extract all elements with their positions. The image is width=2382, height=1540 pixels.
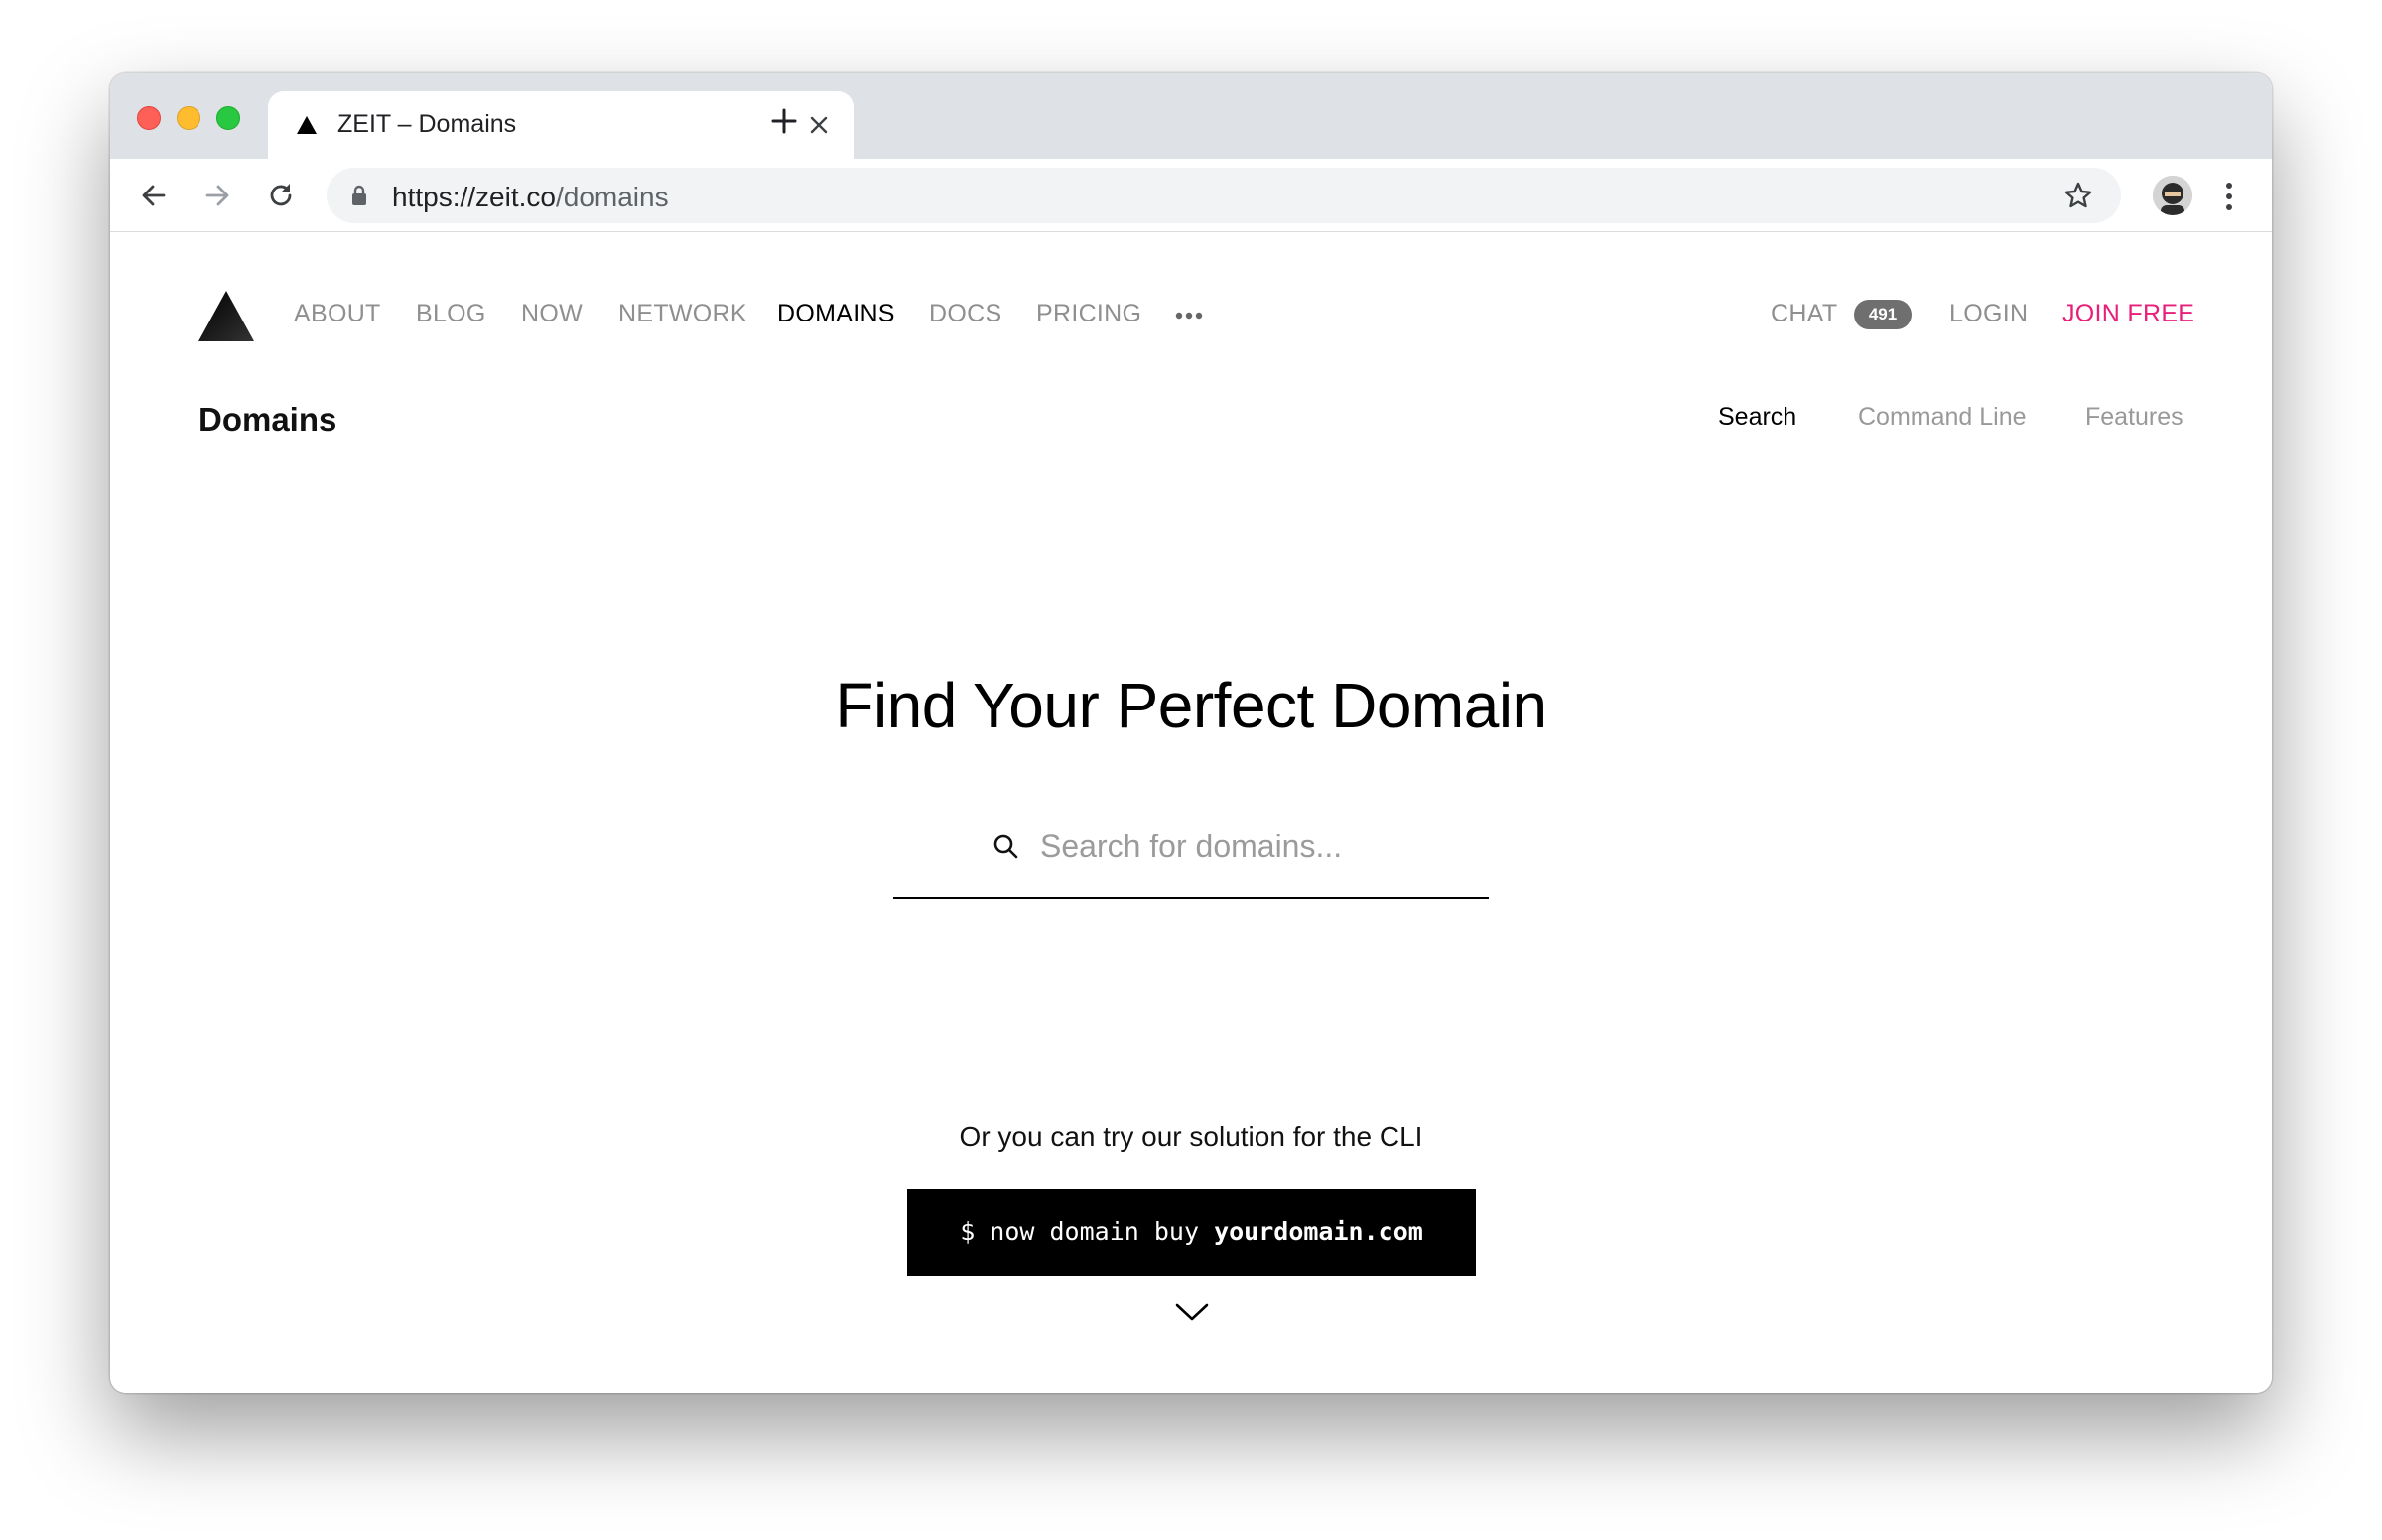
browser-toolbar: https://zeit.co/domains xyxy=(110,159,2272,232)
reload-icon[interactable] xyxy=(265,180,297,211)
browser-tab[interactable]: ZEIT – Domains xyxy=(268,91,854,159)
forward-arrow-icon[interactable] xyxy=(201,180,233,211)
nav-domains[interactable]: DOMAINS xyxy=(777,300,895,328)
address-bar[interactable]: https://zeit.co/domains xyxy=(327,168,2121,223)
bookmark-star-icon[interactable] xyxy=(2063,181,2093,210)
tab-title: ZEIT – Domains xyxy=(337,110,517,138)
chat-count-badge: 491 xyxy=(1854,300,1912,329)
nav-network[interactable]: NETWORK xyxy=(618,300,747,328)
cli-command-arg: yourdomain.com xyxy=(1214,1218,1423,1246)
nav-chat[interactable]: CHAT xyxy=(1771,300,1837,328)
url-text: https://zeit.co/domains xyxy=(392,182,669,212)
section-title: Domains xyxy=(198,401,337,438)
nav-now[interactable]: NOW xyxy=(521,300,583,328)
browser-menu-icon[interactable] xyxy=(2225,182,2233,211)
domain-search-input[interactable] xyxy=(1040,824,1467,869)
search-icon xyxy=(993,834,1018,859)
subnav-features[interactable]: Features xyxy=(2085,403,2184,432)
page-content: ABOUT BLOG NOW NETWORK DOMAINS DOCS PRIC… xyxy=(110,232,2272,1393)
cli-command-prefix: $ now domain buy xyxy=(960,1218,1215,1246)
new-tab-icon[interactable] xyxy=(770,107,798,135)
nav-about[interactable]: ABOUT xyxy=(294,300,381,328)
nav-docs[interactable]: DOCS xyxy=(929,300,1001,328)
domain-search xyxy=(893,824,1489,899)
close-tab-icon[interactable] xyxy=(808,114,830,136)
back-arrow-icon[interactable] xyxy=(138,180,170,211)
hero-title: Find Your Perfect Domain xyxy=(835,670,1547,741)
subnav-command-line[interactable]: Command Line xyxy=(1858,403,2027,432)
more-dots-icon[interactable] xyxy=(1175,312,1203,320)
tab-strip: ZEIT – Domains xyxy=(110,73,2272,159)
browser-window: ZEIT – Domains https://zeit.co/domains A… xyxy=(110,73,2272,1393)
zeit-logo-icon[interactable] xyxy=(198,291,254,341)
cli-command-box[interactable]: $ now domain buy yourdomain.com xyxy=(907,1189,1476,1276)
cli-intro-text: Or you can try our solution for the CLI xyxy=(959,1121,1423,1152)
profile-avatar[interactable] xyxy=(2153,176,2192,215)
lock-icon xyxy=(352,185,366,205)
maximize-window-button[interactable] xyxy=(216,106,240,130)
join-free-link[interactable]: JOIN FREE xyxy=(2062,300,2194,328)
close-window-button[interactable] xyxy=(137,106,161,130)
nav-login[interactable]: LOGIN xyxy=(1949,300,2028,328)
zeit-favicon-icon xyxy=(297,116,317,134)
chevron-down-icon[interactable] xyxy=(1175,1302,1209,1322)
subnav-search[interactable]: Search xyxy=(1718,403,1796,432)
minimize-window-button[interactable] xyxy=(177,106,200,130)
nav-blog[interactable]: BLOG xyxy=(416,300,486,328)
profile-avatar-icon xyxy=(2153,176,2192,215)
nav-pricing[interactable]: PRICING xyxy=(1036,300,1141,328)
